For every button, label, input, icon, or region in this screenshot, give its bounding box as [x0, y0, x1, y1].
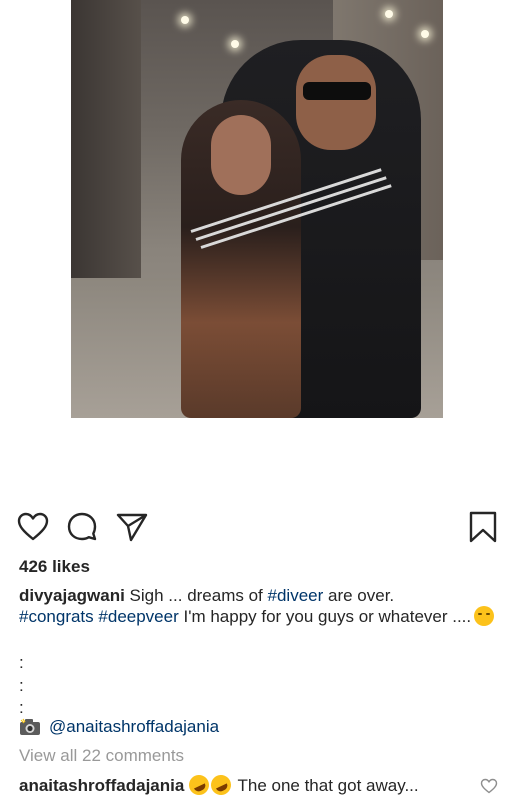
mention-link[interactable]: @anaitashroffadajania	[49, 717, 219, 737]
hashtag-link[interactable]: #congrats	[19, 607, 94, 626]
hashtag-link[interactable]: #deepveer	[98, 607, 178, 626]
photo-lamp	[385, 10, 393, 18]
comment-text: The one that got away...	[233, 776, 419, 795]
comment-icon[interactable]	[65, 510, 99, 544]
comment-row: anaitashroffadajania The one that got aw…	[19, 771, 479, 799]
caption-username[interactable]: divyajagwani	[19, 586, 125, 605]
caption-text: I'm happy for you guys or whatever ....	[178, 607, 472, 626]
post-photo[interactable]	[71, 0, 443, 418]
caption-mention-line: @anaitashroffadajania	[19, 717, 219, 737]
view-all-comments-link[interactable]: View all 22 comments	[19, 746, 184, 766]
photo-lamp	[181, 16, 189, 24]
comment-username[interactable]: anaitashroffadajania	[19, 776, 184, 795]
post-caption: divyajagwani Sigh ... dreams of #diveer …	[19, 585, 499, 627]
photo-face-right	[296, 55, 376, 150]
photo-sunglasses	[303, 82, 371, 100]
rolling-laughing-emoji-icon	[207, 771, 235, 799]
unamused-face-emoji-icon	[474, 606, 495, 626]
caption-text: Sigh ... dreams of	[124, 586, 268, 605]
paper-plane-icon[interactable]	[115, 510, 149, 544]
rolling-laughing-emoji-icon	[185, 771, 213, 799]
likes-count[interactable]: 426 likes	[19, 557, 90, 577]
post-action-bar	[0, 510, 514, 546]
photo-lamp	[421, 30, 429, 38]
photo-lamp	[231, 40, 239, 48]
caption-dot: :	[19, 698, 24, 717]
photo-wall-left	[71, 0, 141, 300]
caption-dot: :	[19, 676, 24, 695]
bookmark-icon[interactable]	[466, 510, 500, 544]
photo-face-left	[211, 115, 271, 195]
heart-icon[interactable]	[16, 510, 50, 544]
comment-like-heart-icon[interactable]	[480, 778, 498, 794]
caption-dot: :	[19, 653, 24, 672]
camera-emoji-icon	[20, 718, 40, 735]
hashtag-link[interactable]: #diveer	[268, 586, 324, 605]
caption-text: are over.	[323, 586, 395, 605]
